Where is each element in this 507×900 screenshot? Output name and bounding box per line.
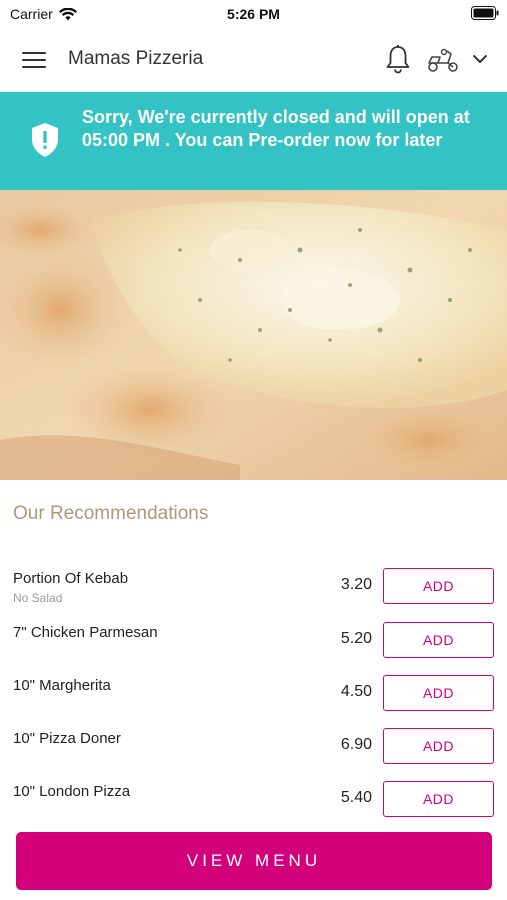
item-price: 5.20 bbox=[340, 630, 372, 647]
hamburger-icon[interactable] bbox=[18, 46, 50, 74]
list-item: 10" Pizza Doner 6.90 ADD bbox=[0, 728, 507, 770]
item-price: 4.50 bbox=[340, 683, 372, 700]
section-title-recommendations: Our Recommendations bbox=[13, 503, 209, 524]
list-item: 7" Chicken Parmesan 5.20 ADD bbox=[0, 622, 507, 664]
hero-pizza-image bbox=[0, 190, 507, 480]
item-name: 10" Pizza Doner bbox=[13, 730, 121, 747]
list-item: 10" London Pizza 5.40 ADD bbox=[0, 781, 507, 823]
closed-notice-banner: Sorry, We're currently closed and will o… bbox=[0, 92, 507, 190]
list-item: Portion Of Kebab No Salad 3.20 ADD bbox=[0, 568, 507, 610]
item-price: 5.40 bbox=[340, 789, 372, 806]
item-name: Portion Of Kebab bbox=[13, 570, 129, 587]
add-button[interactable]: ADD bbox=[383, 622, 494, 658]
shield-alert-icon bbox=[32, 123, 58, 157]
status-bar: Carrier 5:26 PM bbox=[0, 0, 507, 28]
view-menu-button[interactable]: VIEW MENU bbox=[16, 832, 492, 890]
clock: 5:26 PM bbox=[227, 6, 280, 22]
list-item: 10" Margherita 4.50 ADD bbox=[0, 675, 507, 717]
add-button[interactable]: ADD bbox=[383, 781, 494, 817]
app-header: Mamas Pizzeria bbox=[0, 28, 507, 92]
add-button[interactable]: ADD bbox=[383, 728, 494, 764]
battery-icon bbox=[471, 6, 499, 20]
item-price: 3.20 bbox=[340, 576, 372, 593]
item-name: 10" London Pizza bbox=[13, 783, 131, 800]
bell-icon[interactable] bbox=[384, 44, 412, 74]
item-price: 6.90 bbox=[340, 736, 372, 753]
page-title: Mamas Pizzeria bbox=[68, 48, 204, 69]
scooter-icon[interactable] bbox=[426, 46, 460, 74]
add-button[interactable]: ADD bbox=[383, 675, 494, 711]
add-button[interactable]: ADD bbox=[383, 568, 494, 604]
closed-notice-text: Sorry, We're currently closed and will o… bbox=[82, 107, 470, 150]
item-name: 7" Chicken Parmesan bbox=[13, 624, 158, 641]
chevron-down-icon[interactable] bbox=[470, 48, 490, 70]
item-name: 10" Margherita bbox=[13, 677, 111, 694]
item-note: No Salad bbox=[13, 591, 63, 605]
